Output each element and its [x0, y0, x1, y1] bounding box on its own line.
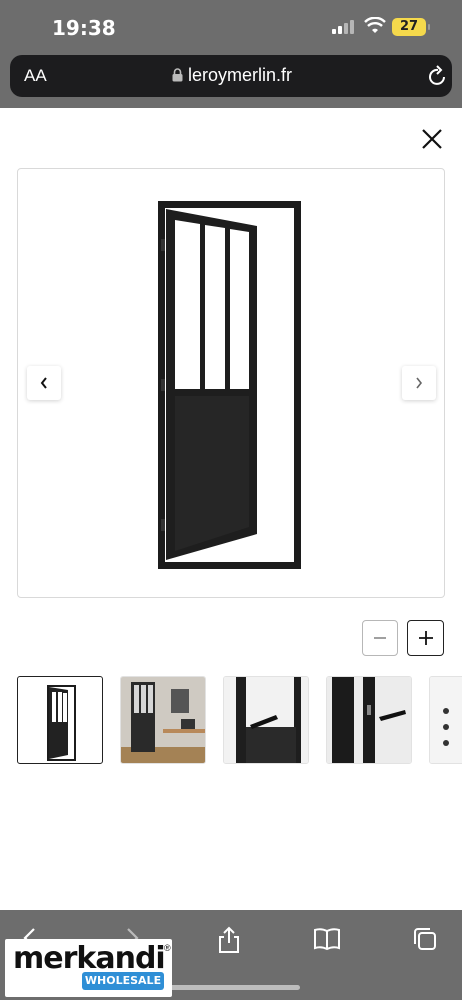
wifi-icon — [364, 17, 386, 33]
close-icon[interactable] — [418, 125, 446, 153]
thumbnail-handle-closeup-image — [224, 677, 308, 763]
share-icon[interactable] — [216, 926, 242, 954]
zoom-in-button[interactable] — [407, 620, 444, 656]
merkandi-logo: merkandi ® WHOLESALE — [5, 939, 172, 997]
chevron-right-icon — [416, 377, 423, 389]
reload-icon[interactable] — [428, 65, 448, 87]
text-size-button[interactable]: AA — [24, 66, 47, 86]
thumbnail-partial-image — [430, 677, 462, 763]
next-image-button[interactable] — [402, 366, 436, 400]
thumbnail-lock-closeup-image — [327, 677, 411, 763]
home-indicator — [166, 985, 300, 990]
logo-text: merkandi — [13, 941, 166, 976]
status-time: 19:38 — [52, 16, 116, 40]
product-image-door — [158, 201, 301, 569]
signal-icon — [332, 20, 356, 34]
plus-icon — [418, 631, 433, 645]
lock-icon — [172, 68, 183, 82]
battery-level: 27 — [399, 19, 419, 34]
thumbnail-door-room-image — [121, 677, 205, 763]
status-and-url-area: 19:38 27 AA leroymerlin.fr — [0, 0, 462, 108]
tabs-icon[interactable] — [412, 926, 438, 952]
thumbnail-strip[interactable] — [17, 676, 462, 764]
previous-image-button[interactable] — [27, 366, 61, 400]
chevron-left-icon — [40, 377, 47, 389]
thumbnail-door-front-image — [47, 685, 76, 761]
logo-subtext: WHOLESALE — [82, 972, 164, 990]
zoom-out-button[interactable] — [362, 620, 398, 656]
minus-icon — [374, 637, 386, 639]
bookmarks-icon[interactable] — [313, 926, 341, 952]
thumbnail-partial[interactable] — [429, 676, 462, 764]
thumbnail-handle-closeup[interactable] — [223, 676, 309, 764]
product-image-viewer[interactable] — [17, 168, 445, 598]
url-text: leroymerlin.fr — [188, 65, 293, 85]
thumbnail-lock-closeup[interactable] — [326, 676, 412, 764]
logo-registered: ® — [164, 943, 171, 953]
thumbnail-door-front[interactable] — [17, 676, 103, 764]
text-size-label: AA — [24, 66, 47, 85]
address-bar[interactable]: AA leroymerlin.fr — [10, 55, 452, 97]
battery-icon: 27 — [392, 18, 430, 36]
thumbnail-door-room[interactable] — [120, 676, 206, 764]
